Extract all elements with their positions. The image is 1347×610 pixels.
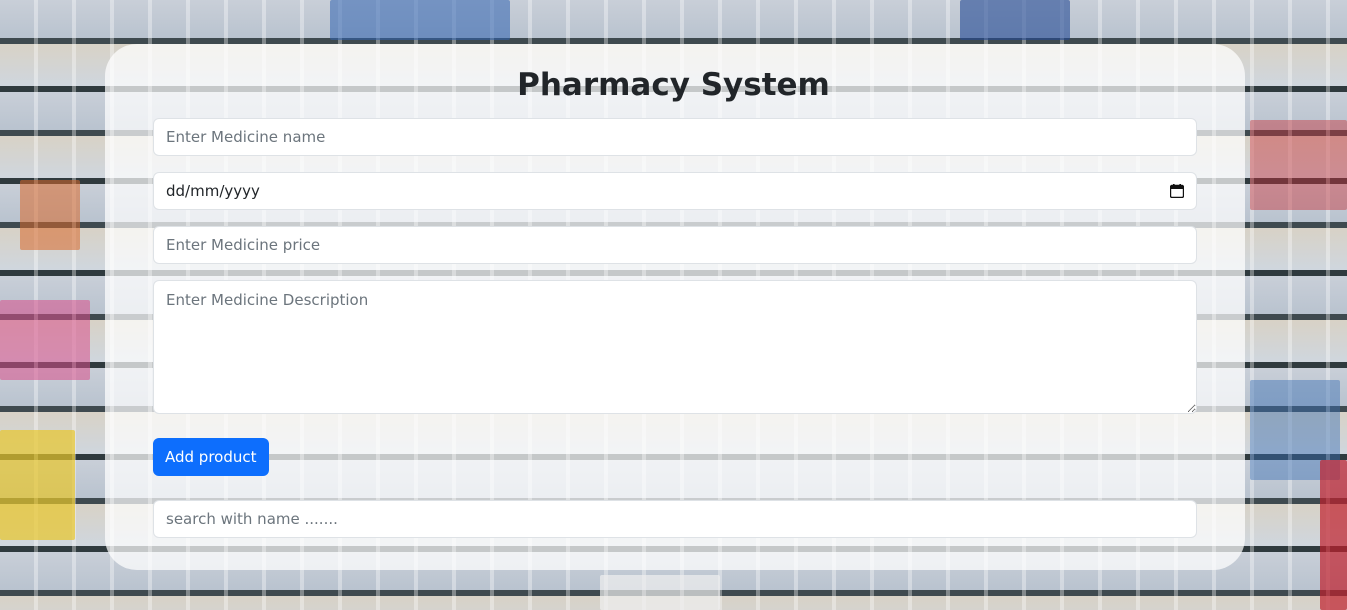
background-product-block [0, 300, 90, 380]
add-product-button[interactable]: Add product [153, 438, 269, 476]
medicine-name-input[interactable] [153, 118, 1197, 156]
background-product-block [1320, 460, 1347, 610]
background-product-block [330, 0, 510, 40]
background-product-block [600, 575, 720, 610]
background-product-block [960, 0, 1070, 40]
expiry-date-input[interactable]: dd/mm/yyyy [153, 172, 1197, 210]
background-product-block [0, 430, 75, 540]
search-input[interactable] [153, 500, 1197, 538]
calendar-icon[interactable] [1170, 184, 1184, 198]
medicine-description-textarea[interactable] [153, 280, 1197, 414]
page-title: Pharmacy System [517, 67, 830, 103]
background-product-block [1250, 120, 1347, 210]
background-product-block [20, 180, 80, 250]
medicine-price-input[interactable] [153, 226, 1197, 264]
date-placeholder: dd/mm/yyyy [166, 182, 260, 200]
